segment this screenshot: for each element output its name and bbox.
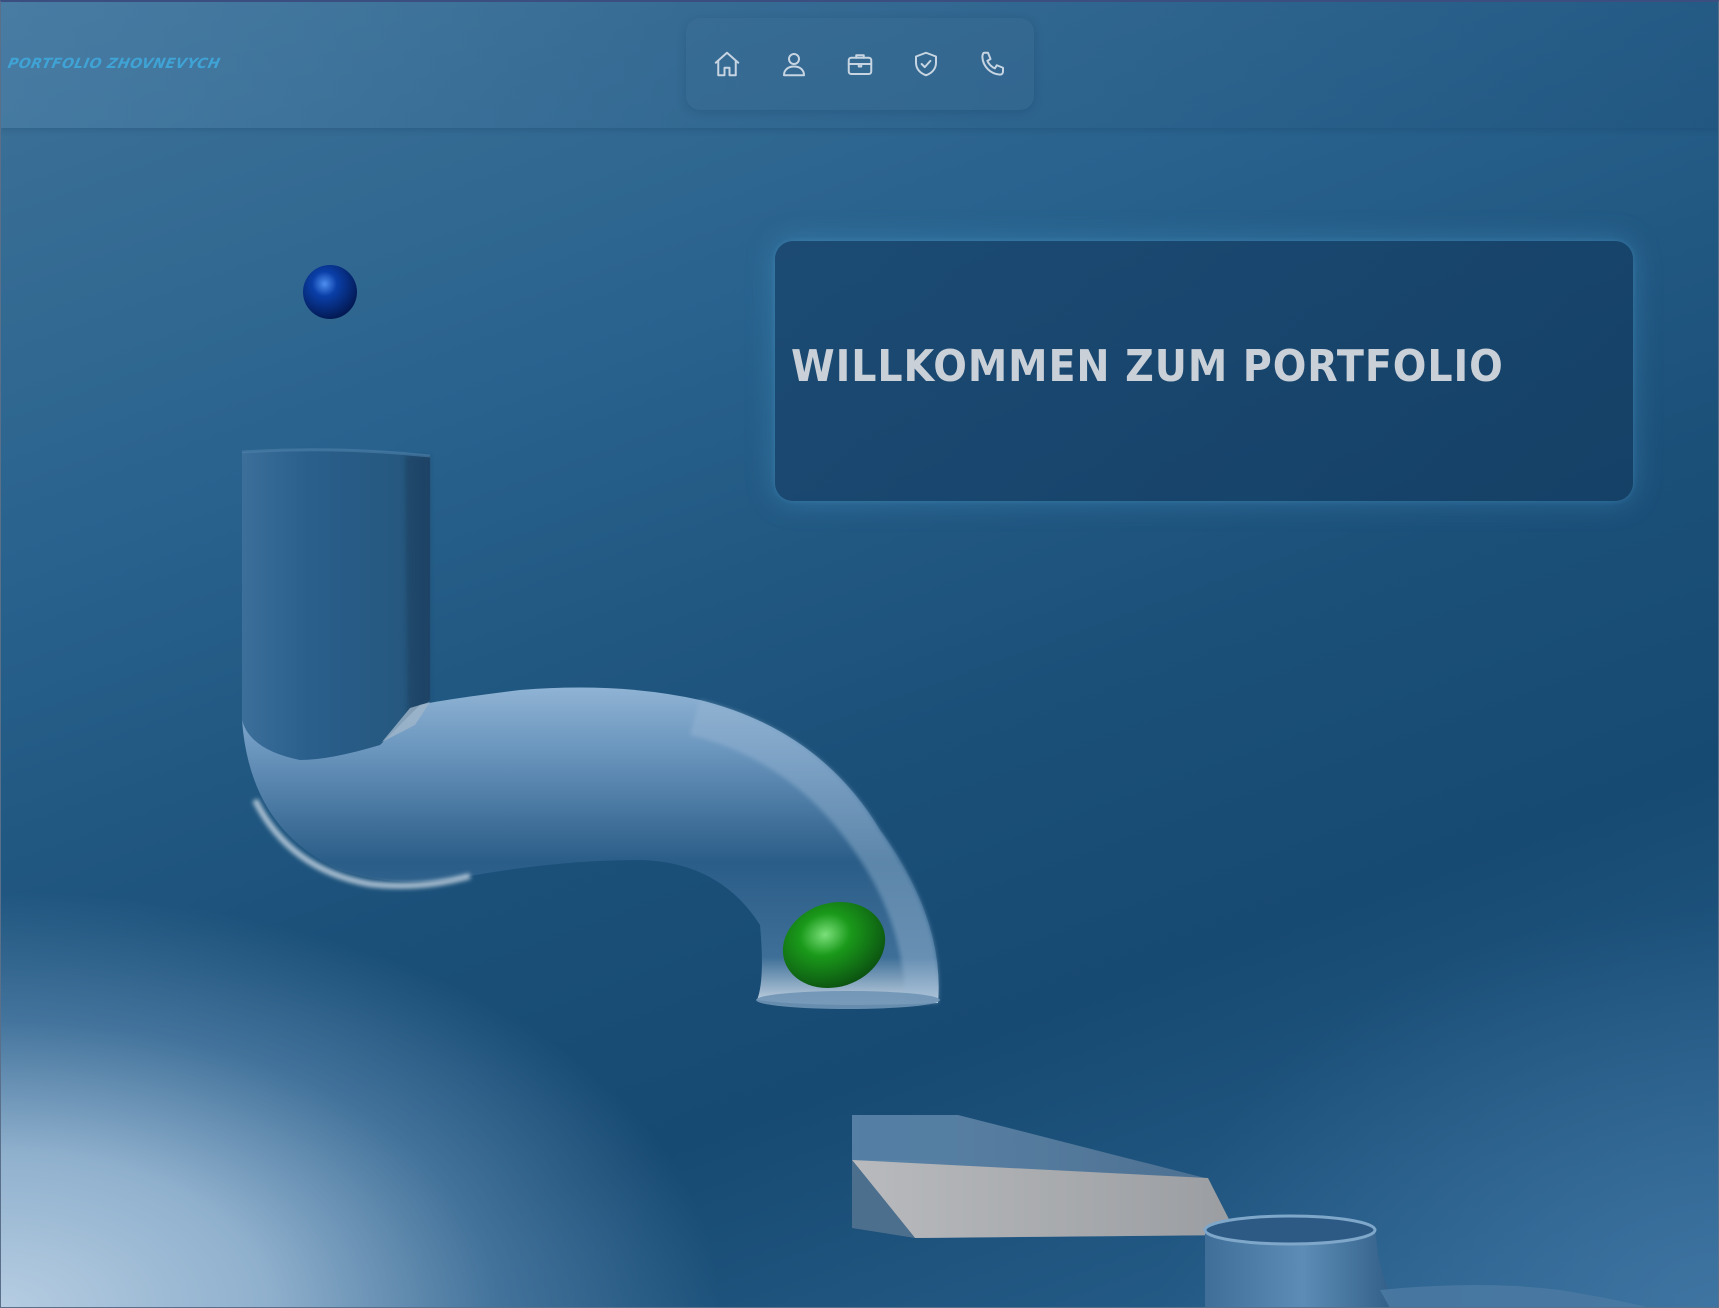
main-nav: [686, 18, 1034, 110]
window-frame: [0, 0, 1719, 1308]
nav-security[interactable]: [901, 39, 951, 89]
nav-home[interactable]: [702, 39, 752, 89]
ramp-face: [852, 1160, 1237, 1238]
briefcase-icon: [847, 54, 873, 75]
welcome-card: WILLKOMMEN ZUM PORTFOLIO: [775, 241, 1633, 501]
ramp-top: [852, 1115, 1237, 1238]
pipe-curve: [242, 687, 939, 1005]
shield-check-icon: [915, 51, 938, 77]
pipe-cup: [1205, 1219, 1400, 1308]
marble-run-scene: [241, 265, 1650, 1308]
nav-about[interactable]: [769, 39, 819, 89]
pipe-vertical: [242, 449, 430, 770]
home-icon: [714, 51, 740, 77]
user-icon: [782, 53, 805, 77]
nav-portfolio[interactable]: [835, 39, 885, 89]
phone-icon: [981, 51, 1004, 76]
site-logo[interactable]: PORTFOLIO ZHOVNEVYCH: [6, 56, 221, 72]
welcome-title: WILLKOMMEN ZUM PORTFOLIO: [791, 341, 1504, 392]
nav-contact[interactable]: [968, 39, 1018, 89]
top-header: PORTFOLIO ZHOVNEVYCH: [0, 0, 1719, 128]
pipe-opening: [756, 991, 940, 1009]
green-ball: [782, 901, 886, 989]
blue-ball: [303, 265, 357, 319]
